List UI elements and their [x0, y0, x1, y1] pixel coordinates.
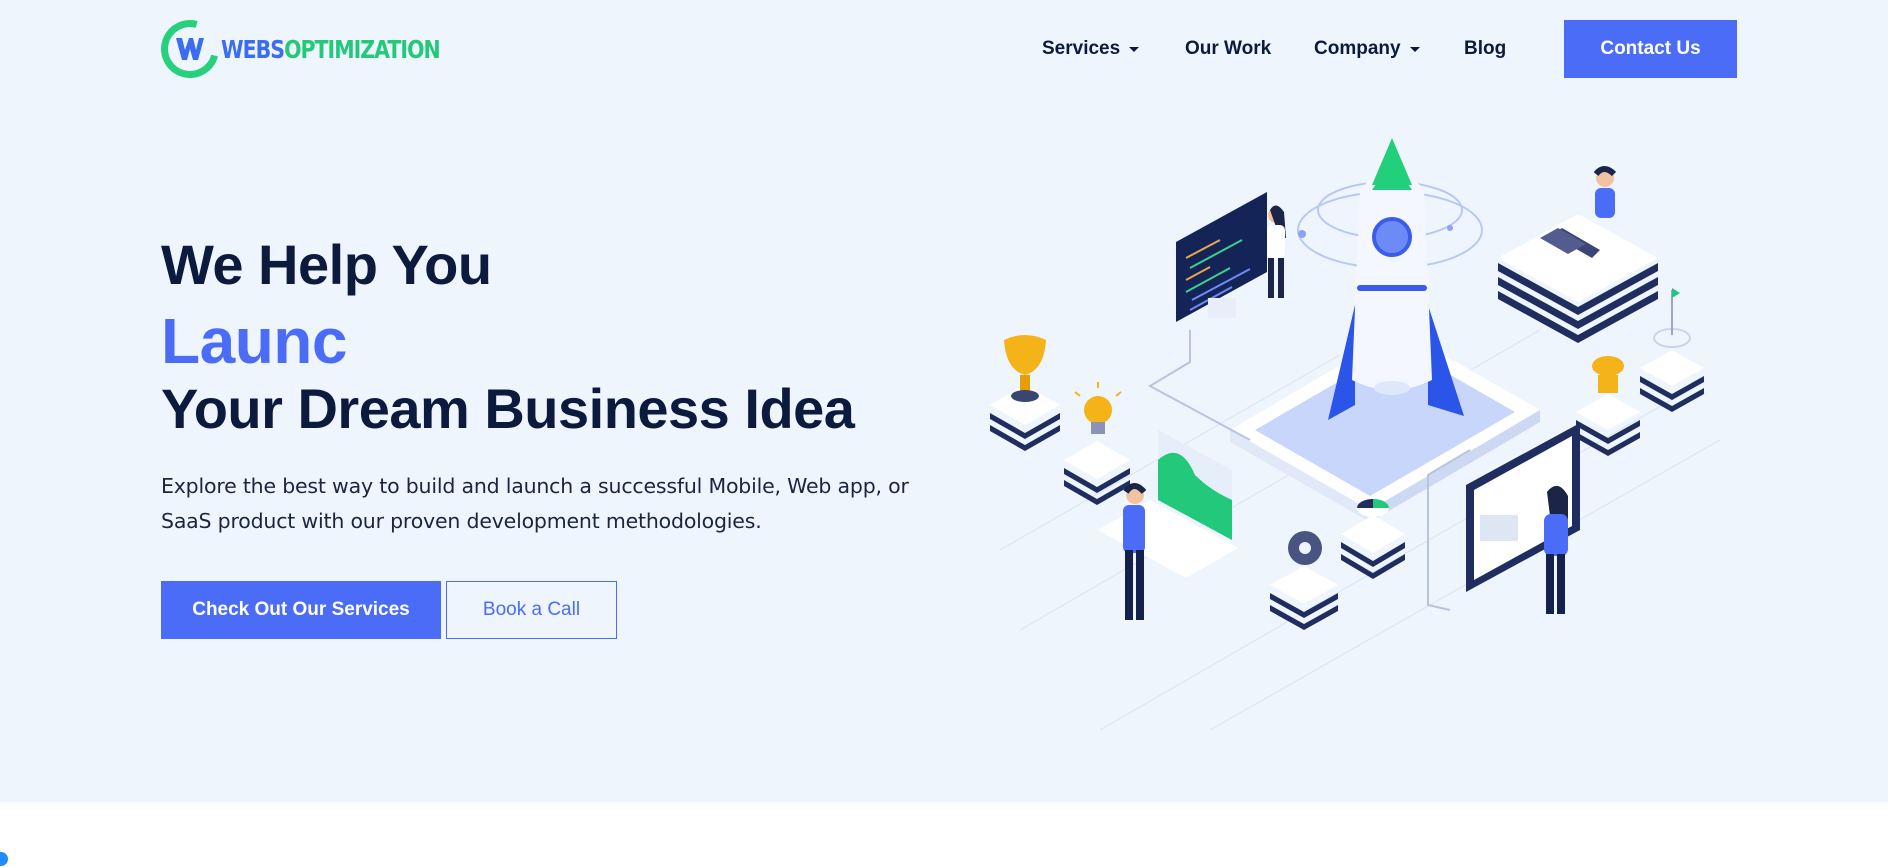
nav-our-work[interactable]: Our Work — [1185, 38, 1271, 60]
chevron-down-icon — [1409, 47, 1420, 52]
nav-company[interactable]: Company — [1314, 38, 1420, 60]
hero-description: Explore the best way to build and launch… — [161, 474, 909, 533]
target-pedestal — [1640, 288, 1704, 412]
chevron-down-icon — [1129, 47, 1140, 52]
check-out-services-button[interactable]: Check Out Our Services — [161, 581, 441, 639]
nav-company-label: Company — [1314, 38, 1401, 59]
hero-title-line-3: Your Dream Business Idea — [161, 377, 855, 440]
gear-pedestal — [1270, 531, 1338, 630]
person-on-phone — [1593, 166, 1617, 218]
logo-wordmark: WEBSOPTIMIZATION — [221, 34, 441, 64]
hero-title-typed-word: Launc — [161, 305, 347, 377]
laptop-desk — [1498, 214, 1658, 343]
nav-services-label: Services — [1042, 38, 1121, 59]
person-presenter — [1267, 205, 1286, 298]
contact-us-button[interactable]: Contact Us — [1564, 20, 1737, 78]
next-section — [0, 802, 1888, 867]
site-logo[interactable]: WEBSOPTIMIZATION — [150, 9, 488, 89]
person-typing — [1123, 483, 1147, 620]
code-screen — [1176, 192, 1267, 322]
nav-blog-label: Blog — [1464, 38, 1507, 59]
chart-monitor — [1098, 430, 1238, 578]
hero-illustration — [990, 138, 1721, 731]
coin-pedestal — [1576, 356, 1640, 456]
rocket — [1328, 138, 1464, 420]
nav-blog[interactable]: Blog — [1464, 38, 1506, 60]
nav-our-work-label: Our Work — [1185, 38, 1272, 59]
logo-mark-icon — [150, 9, 230, 89]
nav-services[interactable]: Services — [1042, 38, 1140, 60]
book-a-call-button[interactable]: Book a Call — [446, 581, 617, 639]
pie-pedestal — [1341, 499, 1405, 579]
bulb-pedestal — [1064, 382, 1130, 505]
hero-title-line-1: We Help You — [161, 233, 492, 296]
trophy-pedestal — [990, 335, 1060, 451]
